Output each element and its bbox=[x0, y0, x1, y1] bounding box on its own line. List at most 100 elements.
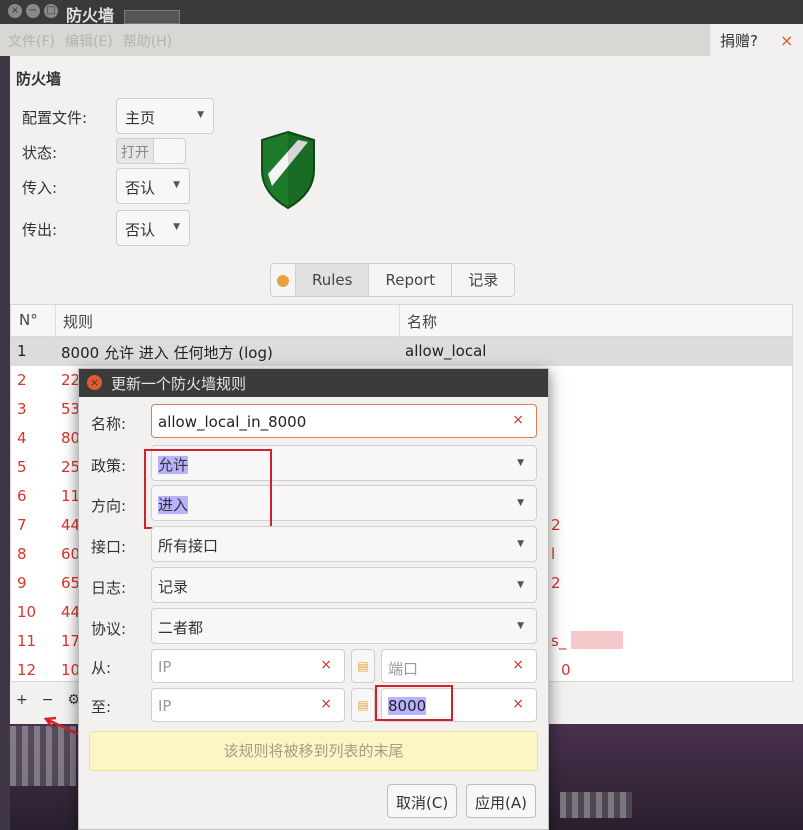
row-number: 3 bbox=[17, 400, 27, 418]
close-dialog-icon[interactable]: × bbox=[87, 375, 102, 390]
tab-bar: Rules Report 记录 bbox=[270, 263, 516, 297]
row-number: 2 bbox=[17, 371, 27, 389]
dialog-title: 更新一个防火墙规则 bbox=[111, 375, 247, 393]
cancel-button[interactable]: 取消(C) bbox=[387, 784, 458, 818]
close-donate-icon[interactable]: × bbox=[780, 31, 793, 50]
from-port-placeholder: 端口 bbox=[388, 660, 419, 678]
chevron-down-icon: ▼ bbox=[517, 580, 524, 590]
menu-help[interactable]: 帮助(H) bbox=[123, 31, 172, 51]
row-name: allow_local bbox=[405, 342, 487, 360]
row-name: l bbox=[551, 545, 556, 563]
to-ip-placeholder: IP bbox=[158, 697, 172, 715]
interface-label: 接口: bbox=[91, 538, 127, 556]
clear-icon[interactable]: × bbox=[512, 696, 524, 712]
chevron-down-icon: ▼ bbox=[517, 458, 524, 468]
interface-select[interactable]: 所有接口 ▼ bbox=[151, 526, 537, 562]
row-number: 5 bbox=[17, 458, 27, 476]
column-name[interactable]: 名称 bbox=[407, 311, 437, 332]
clear-icon[interactable]: × bbox=[512, 657, 524, 673]
status-value: 打开 bbox=[121, 145, 149, 161]
incoming-value: 否认 bbox=[125, 179, 156, 197]
menu-file[interactable]: 文件(F) bbox=[8, 31, 55, 51]
row-name: 2 bbox=[551, 516, 561, 534]
table-row[interactable]: 1 8000 允许 进入 任何地方 (log) allow_local bbox=[11, 337, 792, 366]
donate-link[interactable]: 捐赠? bbox=[720, 30, 758, 51]
tab-icon bbox=[271, 264, 296, 296]
add-rule-button[interactable]: + bbox=[16, 692, 28, 708]
clear-icon[interactable]: × bbox=[320, 657, 332, 673]
chevron-down-icon: ▼ bbox=[517, 621, 524, 631]
tab-log[interactable]: 记录 bbox=[452, 264, 514, 296]
window-thumbnail bbox=[124, 10, 180, 24]
from-ip-field[interactable]: IP × bbox=[151, 649, 345, 683]
chevron-down-icon: ▼ bbox=[517, 539, 524, 549]
annotation-box-policy-direction bbox=[144, 449, 272, 529]
name-label: 名称: bbox=[91, 415, 127, 433]
row-number: 8 bbox=[17, 545, 27, 563]
policy-label: 政策: bbox=[91, 457, 127, 475]
outgoing-select[interactable]: 否认 ▼ bbox=[116, 210, 190, 246]
row-number: 9 bbox=[17, 574, 27, 592]
tab-report[interactable]: Report bbox=[369, 264, 453, 296]
remove-rule-button[interactable]: − bbox=[42, 692, 54, 708]
row-number: 6 bbox=[17, 487, 27, 505]
protocol-value: 二者都 bbox=[158, 619, 204, 637]
log-label: 日志: bbox=[91, 579, 127, 597]
protocol-label: 协议: bbox=[91, 620, 127, 638]
rule-name-value: allow_local_in_8000 bbox=[158, 413, 307, 431]
dialog-titlebar: × 更新一个防火墙规则 bbox=[79, 369, 548, 397]
blurred-desktop-area-2 bbox=[560, 792, 632, 818]
chevron-down-icon: ▼ bbox=[173, 222, 180, 232]
profile-label: 配置文件: bbox=[22, 109, 88, 127]
interface-value: 所有接口 bbox=[158, 537, 219, 555]
paste-icon[interactable]: ▤ bbox=[351, 649, 375, 683]
menu-edit[interactable]: 编辑(E) bbox=[65, 31, 113, 51]
incoming-label: 传入: bbox=[22, 179, 58, 197]
column-divider bbox=[55, 305, 56, 337]
from-port-field[interactable]: 端口 × bbox=[381, 649, 537, 683]
row-number: 7 bbox=[17, 516, 27, 534]
column-rule[interactable]: 规则 bbox=[63, 311, 93, 332]
log-value: 记录 bbox=[158, 578, 189, 596]
direction-label: 方向: bbox=[91, 497, 127, 515]
profile-select[interactable]: 主页 ▼ bbox=[116, 98, 214, 134]
protocol-select[interactable]: 二者都 ▼ bbox=[151, 608, 537, 644]
row-name: 2 bbox=[551, 574, 561, 592]
to-label: 至: bbox=[91, 698, 112, 716]
star-icon bbox=[277, 274, 289, 287]
log-select[interactable]: 记录 ▼ bbox=[151, 567, 537, 603]
row-name: s_ bbox=[551, 632, 567, 650]
shield-icon bbox=[261, 130, 315, 210]
row-number: 10 bbox=[17, 603, 37, 621]
toggle-knob bbox=[153, 139, 185, 163]
outgoing-label: 传出: bbox=[22, 221, 58, 239]
donate-banner: 捐赠? × bbox=[710, 24, 803, 56]
apply-button[interactable]: 应用(A) bbox=[466, 784, 536, 818]
window-titlebar: × − □ 防火墙 bbox=[0, 0, 803, 25]
table-header: N° 规则 名称 bbox=[11, 305, 792, 337]
edit-rule-dialog: × 更新一个防火墙规则 名称: allow_local_in_8000 × 政策… bbox=[78, 368, 549, 830]
maximize-window-icon[interactable]: □ bbox=[44, 4, 58, 18]
column-divider bbox=[399, 305, 400, 337]
from-ip-placeholder: IP bbox=[158, 658, 172, 676]
close-window-icon[interactable]: × bbox=[8, 4, 22, 18]
paste-icon[interactable]: ▤ bbox=[351, 688, 375, 722]
status-toggle[interactable]: 打开 bbox=[116, 138, 186, 164]
profile-value: 主页 bbox=[125, 109, 156, 127]
blurred-cell bbox=[571, 631, 623, 649]
tab-rules[interactable]: Rules bbox=[296, 264, 370, 296]
to-ip-field[interactable]: IP × bbox=[151, 688, 345, 722]
incoming-select[interactable]: 否认 ▼ bbox=[116, 168, 190, 204]
annotation-arrow-icon bbox=[43, 716, 79, 736]
clear-icon[interactable]: × bbox=[512, 412, 524, 428]
status-label: 状态: bbox=[22, 144, 58, 162]
row-rule: 8000 允许 进入 任何地方 (log) bbox=[61, 344, 273, 362]
outgoing-value: 否认 bbox=[125, 221, 156, 239]
row-number: 1 bbox=[17, 342, 27, 360]
column-number[interactable]: N° bbox=[19, 311, 38, 329]
rule-name-field[interactable]: allow_local_in_8000 × bbox=[151, 404, 537, 438]
clear-icon[interactable]: × bbox=[320, 696, 332, 712]
minimize-window-icon[interactable]: − bbox=[26, 4, 40, 18]
window-header: 文件(F) 编辑(E) 帮助(H) 捐赠? × bbox=[0, 24, 803, 56]
menu-bar: 文件(F) 编辑(E) 帮助(H) bbox=[0, 24, 803, 56]
